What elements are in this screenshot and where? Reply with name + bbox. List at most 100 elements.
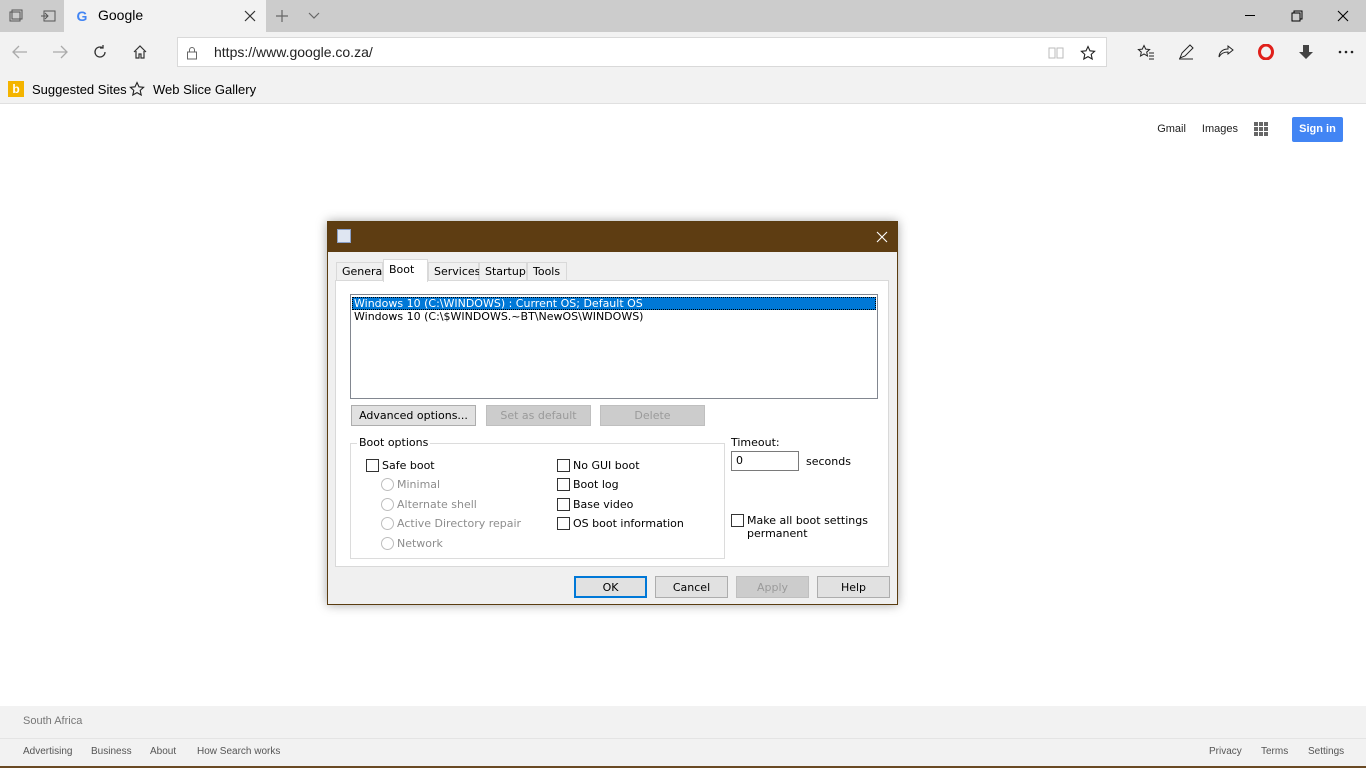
minimal-radio[interactable]: Minimal — [381, 478, 440, 491]
sign-in-button[interactable]: Sign in — [1292, 116, 1343, 142]
reading-view-icon[interactable] — [1046, 43, 1066, 63]
footer-link-advertising[interactable]: Advertising — [23, 746, 72, 757]
footer-link-settings[interactable]: Settings — [1308, 746, 1344, 757]
google-footer: South Africa Advertising Business About … — [0, 706, 1366, 768]
make-permanent-line2: permanent — [747, 527, 808, 540]
checkbox-box[interactable] — [557, 459, 570, 472]
forward-icon[interactable] — [40, 32, 80, 72]
radio-label: Alternate shell — [397, 498, 477, 511]
boot-options-label: Boot options — [357, 436, 431, 449]
make-permanent-checkbox[interactable]: Make all boot settings permanent — [731, 514, 868, 540]
close-window-icon[interactable] — [1320, 0, 1366, 32]
radio-circle[interactable] — [381, 498, 394, 511]
no-gui-boot-checkbox[interactable]: No GUI boot — [557, 459, 640, 472]
cancel-button[interactable]: Cancel — [655, 576, 728, 598]
tab-tools[interactable]: Tools — [527, 262, 567, 281]
tab-boot[interactable]: Boot — [383, 259, 428, 282]
os-list-item[interactable]: Windows 10 (C:\$WINDOWS.~BT\NewOS\WINDOW… — [352, 310, 876, 323]
dialog-title-bar[interactable] — [328, 222, 897, 252]
favorites-bar: b Suggested Sites Web Slice Gallery — [0, 72, 1366, 104]
apps-grid-icon[interactable] — [1254, 122, 1268, 136]
checkbox-box[interactable] — [731, 514, 744, 527]
radio-circle[interactable] — [381, 478, 394, 491]
close-icon[interactable] — [867, 222, 897, 252]
google-top-bar: Gmail Images Sign in — [1157, 116, 1343, 142]
checkbox-label: No GUI boot — [573, 459, 640, 472]
checkbox-label: OS boot information — [573, 517, 684, 530]
timeout-input[interactable]: 0 — [731, 451, 799, 471]
favorites-hub-icon[interactable] — [1126, 32, 1166, 72]
safe-boot-checkbox[interactable]: Safe boot — [366, 459, 435, 472]
radio-label: Network — [397, 537, 443, 550]
checkbox-box[interactable] — [557, 478, 570, 491]
network-radio[interactable]: Network — [381, 537, 443, 550]
tab-startup[interactable]: Startup — [479, 262, 527, 281]
browser-tab[interactable]: G Google — [64, 0, 266, 32]
set-tabs-aside-icon[interactable] — [32, 0, 64, 32]
images-link[interactable]: Images — [1202, 123, 1238, 135]
ok-button[interactable]: OK — [574, 576, 647, 598]
new-tab-icon[interactable] — [266, 0, 298, 32]
refresh-icon[interactable] — [80, 32, 120, 72]
footer-divider — [0, 738, 1366, 739]
os-boot-information-checkbox[interactable]: OS boot information — [557, 517, 684, 530]
delete-button[interactable]: Delete — [600, 405, 705, 426]
checkbox-box[interactable] — [557, 517, 570, 530]
opera-extension-icon[interactable] — [1246, 32, 1286, 72]
checkbox-box[interactable] — [366, 459, 379, 472]
footer-link-about[interactable]: About — [150, 746, 176, 757]
share-icon[interactable] — [1206, 32, 1246, 72]
gmail-link[interactable]: Gmail — [1157, 123, 1186, 135]
lock-icon[interactable] — [186, 45, 200, 60]
favorite-web-slice-gallery[interactable]: Web Slice Gallery — [129, 80, 256, 98]
back-icon[interactable] — [0, 32, 40, 72]
tab-title: Google — [98, 7, 144, 23]
base-video-checkbox[interactable]: Base video — [557, 498, 633, 511]
os-list[interactable]: Windows 10 (C:\WINDOWS) : Current OS; De… — [350, 294, 878, 399]
more-icon[interactable] — [1326, 32, 1366, 72]
tab-services[interactable]: Services — [428, 262, 480, 281]
checkbox-label: Boot log — [573, 478, 619, 491]
checkbox-label: Base video — [573, 498, 634, 511]
download-icon[interactable] — [1286, 32, 1326, 72]
tab-general[interactable]: General — [336, 262, 385, 281]
make-permanent-line1: Make all boot settings — [747, 514, 868, 527]
apply-button[interactable]: Apply — [736, 576, 809, 598]
star-icon — [129, 81, 145, 97]
pen-icon[interactable] — [1166, 32, 1206, 72]
checkbox-box[interactable] — [557, 498, 570, 511]
help-button[interactable]: Help — [817, 576, 890, 598]
close-tab-icon[interactable] — [242, 8, 258, 24]
tab-manager-icon[interactable] — [0, 0, 32, 32]
system-configuration-dialog: General Boot Services Startup Tools Wind… — [327, 221, 898, 605]
chevron-down-icon[interactable] — [298, 0, 330, 32]
footer-link-privacy[interactable]: Privacy — [1209, 746, 1242, 757]
google-favicon-icon: G — [76, 8, 88, 24]
boot-tab-panel: Windows 10 (C:\WINDOWS) : Current OS; De… — [335, 280, 889, 567]
boot-options-group: Boot options Safe boot Minimal Alternate… — [350, 436, 725, 559]
footer-link-how-search-works[interactable]: How Search works — [197, 746, 280, 757]
restore-icon[interactable] — [1274, 0, 1320, 32]
msconfig-app-icon — [337, 229, 351, 243]
minimize-icon[interactable] — [1228, 0, 1274, 32]
star-icon[interactable] — [1078, 43, 1098, 63]
alternate-shell-radio[interactable]: Alternate shell — [381, 498, 477, 511]
radio-circle[interactable] — [381, 517, 394, 530]
bing-icon: b — [8, 81, 24, 97]
footer-link-terms[interactable]: Terms — [1261, 746, 1288, 757]
address-bar[interactable]: https://www.google.co.za/ — [177, 37, 1107, 67]
checkbox-label: Make all boot settings permanent — [747, 514, 868, 540]
footer-link-business[interactable]: Business — [91, 746, 132, 757]
active-directory-repair-radio[interactable]: Active Directory repair — [381, 517, 521, 530]
radio-circle[interactable] — [381, 537, 394, 550]
favorite-suggested-sites[interactable]: b Suggested Sites — [8, 80, 127, 98]
boot-log-checkbox[interactable]: Boot log — [557, 478, 619, 491]
radio-label: Active Directory repair — [397, 517, 522, 530]
os-list-item[interactable]: Windows 10 (C:\WINDOWS) : Current OS; De… — [352, 297, 876, 310]
url-text[interactable]: https://www.google.co.za/ — [214, 44, 373, 60]
set-as-default-button[interactable]: Set as default — [486, 405, 591, 426]
home-icon[interactable] — [120, 32, 160, 72]
country-label: South Africa — [23, 715, 83, 727]
checkbox-label: Safe boot — [382, 459, 435, 472]
advanced-options-button[interactable]: Advanced options... — [351, 405, 476, 426]
